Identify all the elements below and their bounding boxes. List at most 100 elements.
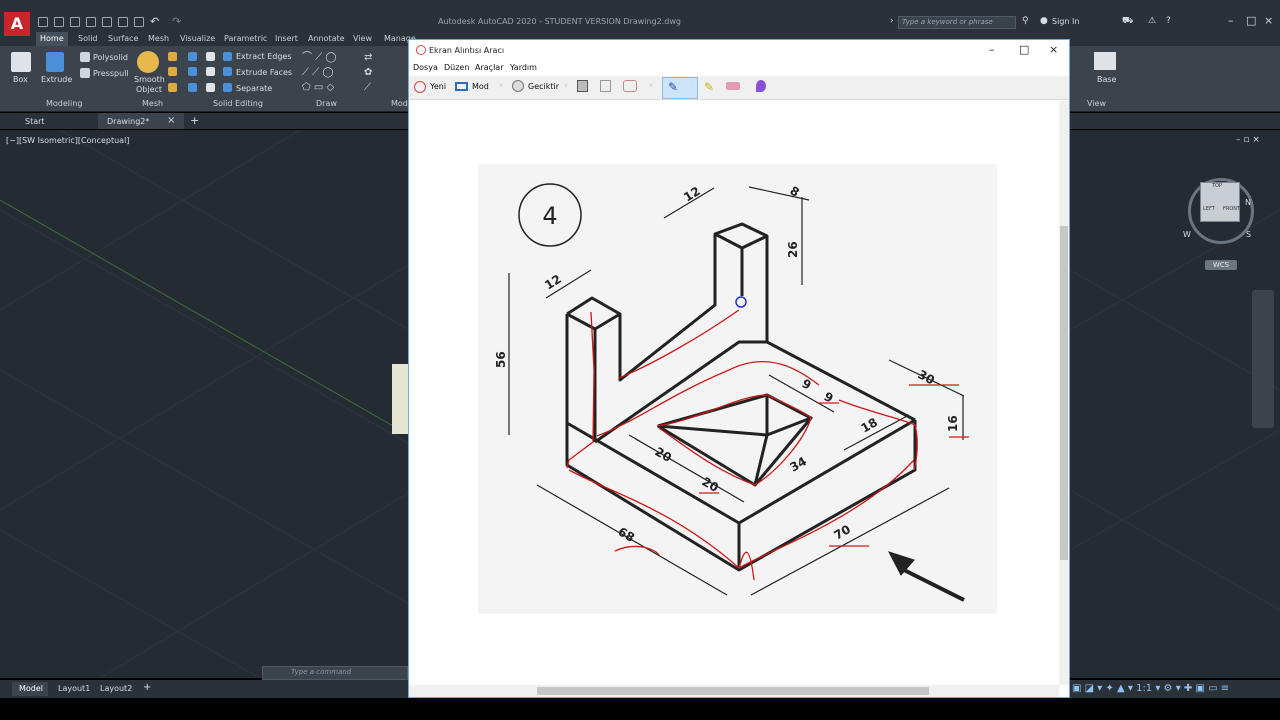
- mesh-tool-icon-1[interactable]: [168, 52, 177, 61]
- panel-solid-editing[interactable]: Solid Editing: [213, 99, 263, 108]
- undo-icon[interactable]: ↶: [150, 15, 159, 28]
- open-icon[interactable]: [54, 17, 64, 27]
- sign-in-button[interactable]: Sign In: [1052, 17, 1079, 26]
- video-letterbox: [0, 698, 1280, 720]
- solid-edit-icon-2[interactable]: [188, 67, 197, 76]
- polysolid-icon[interactable]: [80, 52, 90, 62]
- window-title: Autodesk AutoCAD 2020 - STUDENT VERSION …: [438, 17, 681, 26]
- viewport-window-controls[interactable]: – ▫ ×: [1236, 135, 1260, 145]
- dim-16: 16: [946, 415, 960, 432]
- save-as-icon[interactable]: [86, 17, 96, 27]
- dim-8: 8: [788, 183, 802, 199]
- drawing-tab-label[interactable]: Drawing2*: [107, 117, 149, 126]
- web-mobile-icon[interactable]: [102, 17, 112, 27]
- panel-modify[interactable]: Mod: [391, 99, 408, 108]
- snipping-tool-window[interactable]: Ekran Alıntısı Aracı – □ × Dosya Düzen A…: [408, 39, 1070, 698]
- dim-12-top: 12: [681, 184, 703, 205]
- tab-visualize[interactable]: Visualize: [180, 34, 215, 43]
- box-label[interactable]: Box: [13, 75, 28, 84]
- layout1-tab[interactable]: Layout1: [58, 684, 90, 693]
- tab-parametric[interactable]: Parametric: [224, 34, 267, 43]
- extrude-label[interactable]: Extrude: [41, 75, 72, 84]
- tab-solid[interactable]: Solid: [78, 34, 98, 43]
- extract-edges-icon[interactable]: [223, 52, 232, 61]
- solid-edit-icon-4[interactable]: [206, 52, 215, 61]
- close-tab-icon[interactable]: ×: [167, 115, 175, 126]
- mesh-tool-icon-2[interactable]: [168, 67, 177, 76]
- solid-edit-icon-1[interactable]: [188, 52, 197, 61]
- smooth-object-label-1[interactable]: Smooth: [134, 75, 165, 84]
- close-button[interactable]: ×: [1264, 14, 1273, 27]
- help-icon[interactable]: ?: [1166, 16, 1171, 26]
- new-tab-icon[interactable]: +: [190, 114, 199, 127]
- panel-draw[interactable]: Draw: [316, 99, 337, 108]
- compass-n[interactable]: N: [1245, 198, 1251, 207]
- viewport-controls-label[interactable]: [−][SW Isometric][Conceptual]: [6, 136, 129, 145]
- viewcube-top-face[interactable]: TOP: [1212, 183, 1222, 189]
- command-line[interactable]: Type a command: [262, 666, 408, 680]
- box-icon[interactable]: [11, 52, 31, 72]
- compass-w[interactable]: W: [1183, 230, 1191, 239]
- panel-view[interactable]: View: [1087, 99, 1106, 108]
- redo-icon[interactable]: ↷: [172, 15, 181, 28]
- navigation-bar[interactable]: [1252, 290, 1274, 428]
- draw-tools-icon-grid[interactable]: ⌒ ⟋ ◯ ⟋ ⟋ ◯ ⬠ ▭ ◇: [302, 50, 356, 94]
- status-bar-icons[interactable]: ▣ ◪ ▾ ✦ ▲ ▾ 1:1 ▾ ⚙ ▾ ✚ ▣ ▭ ≡: [1072, 683, 1229, 694]
- command-input[interactable]: Type a command: [291, 668, 351, 676]
- application-menu-button[interactable]: A: [4, 12, 30, 36]
- tab-surface[interactable]: Surface: [108, 34, 138, 43]
- solid-edit-icon-6[interactable]: [206, 83, 215, 92]
- presspull-icon[interactable]: [80, 68, 90, 78]
- dim-56: 56: [494, 351, 508, 368]
- separate-icon[interactable]: [223, 83, 232, 92]
- tab-insert[interactable]: Insert: [275, 34, 298, 43]
- polysolid-button[interactable]: Polysolid: [93, 53, 128, 62]
- base-icon[interactable]: [1094, 52, 1116, 70]
- extrude-icon[interactable]: [46, 52, 64, 72]
- presspull-button[interactable]: Presspull: [93, 69, 129, 78]
- save-icon[interactable]: [70, 17, 80, 27]
- smooth-object-label-2[interactable]: Object: [136, 85, 162, 94]
- tab-mesh[interactable]: Mesh: [148, 34, 169, 43]
- layout2-tab[interactable]: Layout2: [100, 684, 132, 693]
- maximize-button[interactable]: □: [1246, 14, 1256, 27]
- separate-button[interactable]: Separate: [236, 84, 272, 93]
- tab-view[interactable]: View: [353, 34, 372, 43]
- extract-edges-button[interactable]: Extract Edges: [236, 52, 292, 61]
- modify-tools-icon-grid[interactable]: ⇄ ✿ ⟋: [364, 50, 378, 94]
- user-icon[interactable]: ●: [1040, 16, 1048, 26]
- minimize-button[interactable]: –: [1228, 14, 1234, 27]
- viewcube-left-face[interactable]: LEFT: [1203, 206, 1215, 212]
- wcs-menu[interactable]: WCS: [1205, 260, 1237, 270]
- panel-modeling[interactable]: Modeling: [46, 99, 82, 108]
- viewcube-front-face[interactable]: FRONT: [1223, 206, 1240, 212]
- plot-icon[interactable]: [118, 17, 128, 27]
- part-outline: [565, 222, 917, 572]
- base-button[interactable]: Base: [1097, 75, 1116, 84]
- search-arrow-icon: ›: [890, 16, 894, 26]
- solid-edit-icon-3[interactable]: [188, 83, 197, 92]
- start-tab[interactable]: Start: [25, 117, 45, 126]
- print-icon[interactable]: [134, 17, 144, 27]
- dim-20a: 20: [653, 444, 674, 464]
- pen-cursor: [735, 296, 747, 308]
- search-box[interactable]: Type a keyword or phrase: [898, 16, 1016, 29]
- extrude-faces-icon[interactable]: [223, 67, 232, 76]
- tab-home[interactable]: Home: [40, 34, 64, 43]
- title-bar: [0, 0, 1280, 32]
- model-tab[interactable]: Model: [19, 684, 43, 693]
- search-input[interactable]: Type a keyword or phrase: [902, 18, 993, 26]
- dim-70: 70: [832, 522, 853, 542]
- smooth-object-icon[interactable]: [137, 51, 159, 73]
- compass-s[interactable]: S: [1246, 230, 1251, 239]
- binoculars-icon[interactable]: ⚲: [1022, 16, 1029, 26]
- solid-edit-icon-5[interactable]: [206, 67, 215, 76]
- extrude-faces-button[interactable]: Extrude Faces: [236, 68, 292, 77]
- tab-annotate[interactable]: Annotate: [308, 34, 345, 43]
- connect-icon[interactable]: ⚠: [1148, 16, 1156, 26]
- cart-icon[interactable]: ⛟: [1122, 16, 1133, 27]
- new-icon[interactable]: [38, 17, 48, 27]
- panel-mesh[interactable]: Mesh: [142, 99, 163, 108]
- mesh-tool-icon-3[interactable]: [168, 83, 177, 92]
- new-layout-icon[interactable]: +: [143, 682, 151, 693]
